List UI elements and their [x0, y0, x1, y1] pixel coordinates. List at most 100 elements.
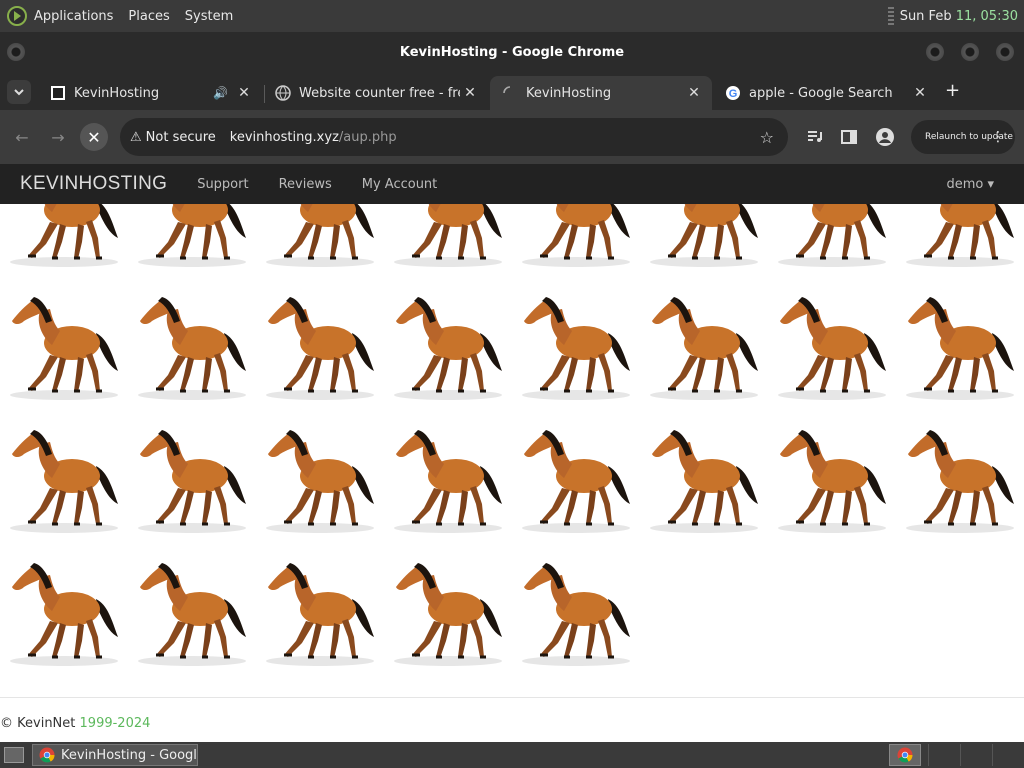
tab-kevinhosting-active[interactable]: KevinHosting ✕: [490, 76, 712, 110]
nav-support[interactable]: Support: [197, 177, 248, 192]
horse-image: [778, 430, 886, 533]
forward-arrow-icon[interactable]: →: [44, 123, 72, 151]
kebab-menu-icon[interactable]: ⋮: [991, 129, 1005, 145]
top-panel: Applications Places System Sun Feb 11, 0…: [0, 0, 1024, 32]
speaker-icon[interactable]: 🔊: [213, 86, 228, 100]
menu-system[interactable]: System: [185, 9, 233, 24]
horse-image: [778, 297, 886, 400]
security-chip[interactable]: Not secure: [146, 130, 216, 145]
horse-image: [266, 563, 374, 666]
menu-applications[interactable]: Applications: [34, 9, 113, 24]
horse-image: [138, 204, 246, 267]
footer: © KevinNet 1999-2024: [0, 716, 150, 731]
chevron-down-icon: [14, 89, 24, 96]
profile-icon[interactable]: [874, 126, 896, 148]
show-desktop-icon[interactable]: [4, 747, 24, 763]
warning-triangle-icon[interactable]: ⚠: [130, 130, 142, 145]
clock[interactable]: Sun Feb 11, 05:30: [900, 9, 1018, 24]
loading-spinner-icon: [503, 86, 511, 94]
tab-label: apple - Google Search: [749, 85, 893, 101]
workspace-1[interactable]: [928, 744, 958, 766]
tab-search-button[interactable]: [7, 80, 31, 104]
globe-icon: [275, 85, 291, 101]
taskbar-chrome-window[interactable]: KevinHosting - Google...: [32, 744, 198, 766]
tab-label: KevinHosting: [74, 85, 160, 101]
chrome-icon: [39, 747, 55, 763]
google-icon: G: [726, 86, 740, 100]
horse-image: [138, 297, 246, 400]
url-path[interactable]: /aup.php: [339, 130, 397, 145]
page-content: [0, 204, 1024, 696]
clock-time: 11, 05:30: [955, 8, 1018, 24]
nav-reviews[interactable]: Reviews: [279, 177, 332, 192]
footer-years: 1999-2024: [79, 716, 151, 731]
bookmark-star-icon[interactable]: ☆: [760, 128, 774, 147]
distro-logo-icon[interactable]: [6, 5, 28, 27]
horse-image: [522, 204, 630, 267]
stop-loading-icon[interactable]: ✕: [80, 123, 108, 151]
horse-image: [778, 204, 886, 267]
horse-image: [650, 430, 758, 533]
horse-image: [138, 563, 246, 666]
close-tab-icon[interactable]: ✕: [684, 85, 704, 101]
taskbar-label: KevinHosting - Google...: [61, 747, 197, 763]
minimize-button[interactable]: [926, 43, 944, 61]
horse-grid: [0, 204, 1024, 670]
new-tab-button[interactable]: +: [945, 80, 960, 101]
site-favicon-icon: [51, 86, 65, 100]
maximize-button[interactable]: [961, 43, 979, 61]
window-menu-button[interactable]: [7, 43, 25, 61]
horse-image: [394, 204, 502, 267]
horse-image: [394, 430, 502, 533]
window-title: KevinHosting - Google Chrome: [399, 44, 625, 60]
side-panel-icon[interactable]: [838, 126, 860, 148]
horse-image: [266, 430, 374, 533]
horse-image: [394, 563, 502, 666]
menu-places[interactable]: Places: [128, 9, 169, 24]
horse-image: [10, 430, 118, 533]
horse-image: [522, 430, 630, 533]
horse-image: [266, 204, 374, 267]
tab-website-counter[interactable]: Website counter free - free ✕: [263, 76, 488, 110]
nav-my-account[interactable]: My Account: [362, 177, 438, 192]
horse-image: [906, 297, 1014, 400]
address-bar[interactable]: ⚠ Not secure kevinhosting.xyz/aup.php ☆: [120, 118, 788, 156]
horse-image: [394, 297, 502, 400]
media-controls-icon[interactable]: [804, 126, 826, 148]
site-brand[interactable]: KEVINHOSTING: [20, 173, 167, 195]
workspace-2[interactable]: [960, 744, 990, 766]
back-arrow-icon[interactable]: ←: [8, 123, 36, 151]
close-tab-icon[interactable]: ✕: [460, 85, 480, 101]
tab-apple-search[interactable]: G apple - Google Search ✕: [713, 76, 938, 110]
bottom-panel: KevinHosting - Google...: [0, 742, 1024, 768]
tab-strip: KevinHosting 🔊 ✕ Website counter free - …: [0, 72, 1024, 110]
horse-image: [138, 430, 246, 533]
relaunch-to-update-button[interactable]: Relaunch to update ⋮: [911, 120, 1015, 154]
site-navbar: KEVINHOSTING Support Reviews My Account …: [0, 164, 1024, 204]
chrome-icon: [897, 747, 913, 763]
footer-owner: KevinNet: [17, 716, 76, 731]
footer-divider: [0, 697, 1024, 698]
horse-image: [650, 204, 758, 267]
horse-image: [906, 204, 1014, 267]
close-window-button[interactable]: [996, 43, 1014, 61]
tray-chrome-icon[interactable]: [889, 744, 921, 766]
svg-text:G: G: [729, 88, 738, 100]
user-dropdown[interactable]: demo ▾: [946, 177, 994, 192]
horse-image: [10, 563, 118, 666]
horse-image: [266, 297, 374, 400]
close-tab-icon[interactable]: ✕: [910, 85, 930, 101]
tab-label: Website counter free - free: [299, 85, 460, 101]
tab-label: KevinHosting: [526, 85, 612, 101]
horse-image: [906, 430, 1014, 533]
copyright-symbol: ©: [0, 716, 13, 731]
window-titlebar[interactable]: KevinHosting - Google Chrome: [0, 32, 1024, 72]
workspace-3[interactable]: [992, 744, 1022, 766]
horse-image: [650, 297, 758, 400]
horse-image: [10, 297, 118, 400]
clock-date: Sun Feb: [899, 8, 952, 24]
tab-kevinhosting-1[interactable]: KevinHosting 🔊 ✕: [38, 76, 262, 110]
panel-separator: [887, 7, 894, 25]
close-tab-icon[interactable]: ✕: [234, 85, 254, 101]
url-host[interactable]: kevinhosting.xyz: [230, 130, 339, 145]
